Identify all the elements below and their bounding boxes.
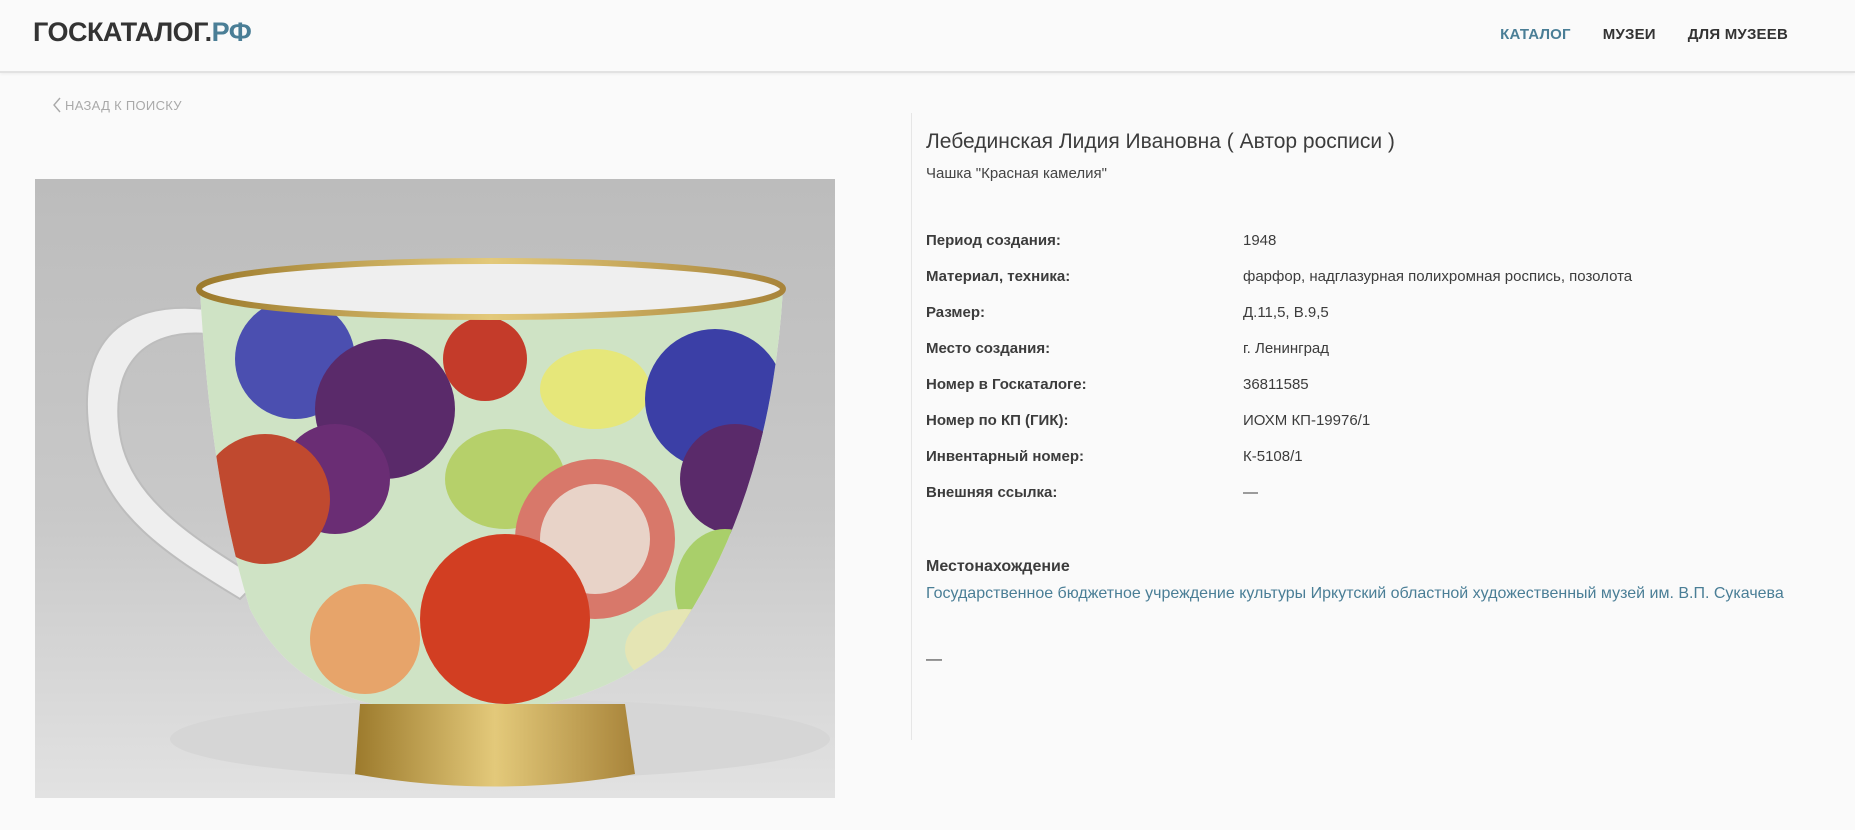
museum-link[interactable]: Государственное бюджетное учреждение кул… [926, 585, 1855, 603]
property-label: Период создания: [926, 232, 1061, 249]
site-header: ГОСКАТАЛОГ.РФ КАТАЛОГ МУЗЕИ ДЛЯ МУЗЕЕВ [0, 0, 1855, 73]
logo-text: ГОСКАТАЛОГ. [33, 17, 212, 47]
property-label: Инвентарный номер: [926, 448, 1084, 465]
item-properties: Период создания: 1948 Материал, техника:… [926, 232, 1846, 520]
nav-museums[interactable]: МУЗЕИ [1603, 26, 1656, 43]
nav-for-museums[interactable]: ДЛЯ МУЗЕЕВ [1688, 26, 1788, 43]
column-divider [911, 113, 912, 740]
property-label: Место создания: [926, 340, 1051, 357]
property-value: фарфор, надглазурная полихромная роспись… [1243, 268, 1633, 285]
property-value: К-5108/1 [1243, 448, 1303, 465]
back-to-search-label: НАЗАД К ПОИСКУ [65, 97, 182, 113]
logo-suffix: РФ [211, 17, 252, 47]
item-title: Чашка "Красная камелия" [926, 165, 1107, 182]
property-value: Д.11,5, В.9,5 [1243, 304, 1329, 321]
property-row: Внешняя ссылка: — [926, 484, 1846, 520]
property-label: Номер по КП (ГИК): [926, 412, 1069, 429]
property-value: 36811585 [1243, 376, 1309, 393]
site-logo[interactable]: ГОСКАТАЛОГ.РФ [33, 17, 252, 48]
property-value: — [1243, 484, 1258, 501]
property-row: Номер по КП (ГИК): ИОХМ КП-19976/1 [926, 412, 1846, 448]
property-row: Период создания: 1948 [926, 232, 1846, 268]
item-photo[interactable] [35, 179, 835, 798]
property-row: Материал, техника: фарфор, надглазурная … [926, 268, 1846, 304]
chevron-left-icon [53, 97, 61, 113]
property-row: Место создания: г. Ленинград [926, 340, 1846, 376]
main-nav: КАТАЛОГ МУЗЕИ ДЛЯ МУЗЕЕВ [1500, 26, 1788, 43]
extra-dash: — [926, 651, 942, 668]
item-author: Лебединская Лидия Ивановна ( Автор роспи… [926, 130, 1395, 153]
property-label: Внешняя ссылка: [926, 484, 1058, 501]
back-to-search-link[interactable]: НАЗАД К ПОИСКУ [52, 97, 182, 113]
property-row: Размер: Д.11,5, В.9,5 [926, 304, 1846, 340]
location-section: Местонахождение Государственное бюджетно… [926, 558, 1855, 603]
property-row: Номер в Госкаталоге: 36811585 [926, 376, 1846, 412]
property-label: Размер: [926, 304, 986, 321]
property-label: Материал, техника: [926, 268, 1071, 285]
property-label: Номер в Госкаталоге: [926, 376, 1087, 393]
item-header: Лебединская Лидия Ивановна ( Автор роспи… [926, 130, 1846, 182]
cup-image [35, 179, 835, 798]
property-value: 1948 [1243, 232, 1277, 249]
property-value: г. Ленинград [1243, 340, 1330, 357]
location-title: Местонахождение [926, 558, 1070, 575]
property-row: Инвентарный номер: К-5108/1 [926, 448, 1846, 484]
nav-catalog[interactable]: КАТАЛОГ [1500, 26, 1571, 43]
property-value: ИОХМ КП-19976/1 [1243, 412, 1371, 429]
